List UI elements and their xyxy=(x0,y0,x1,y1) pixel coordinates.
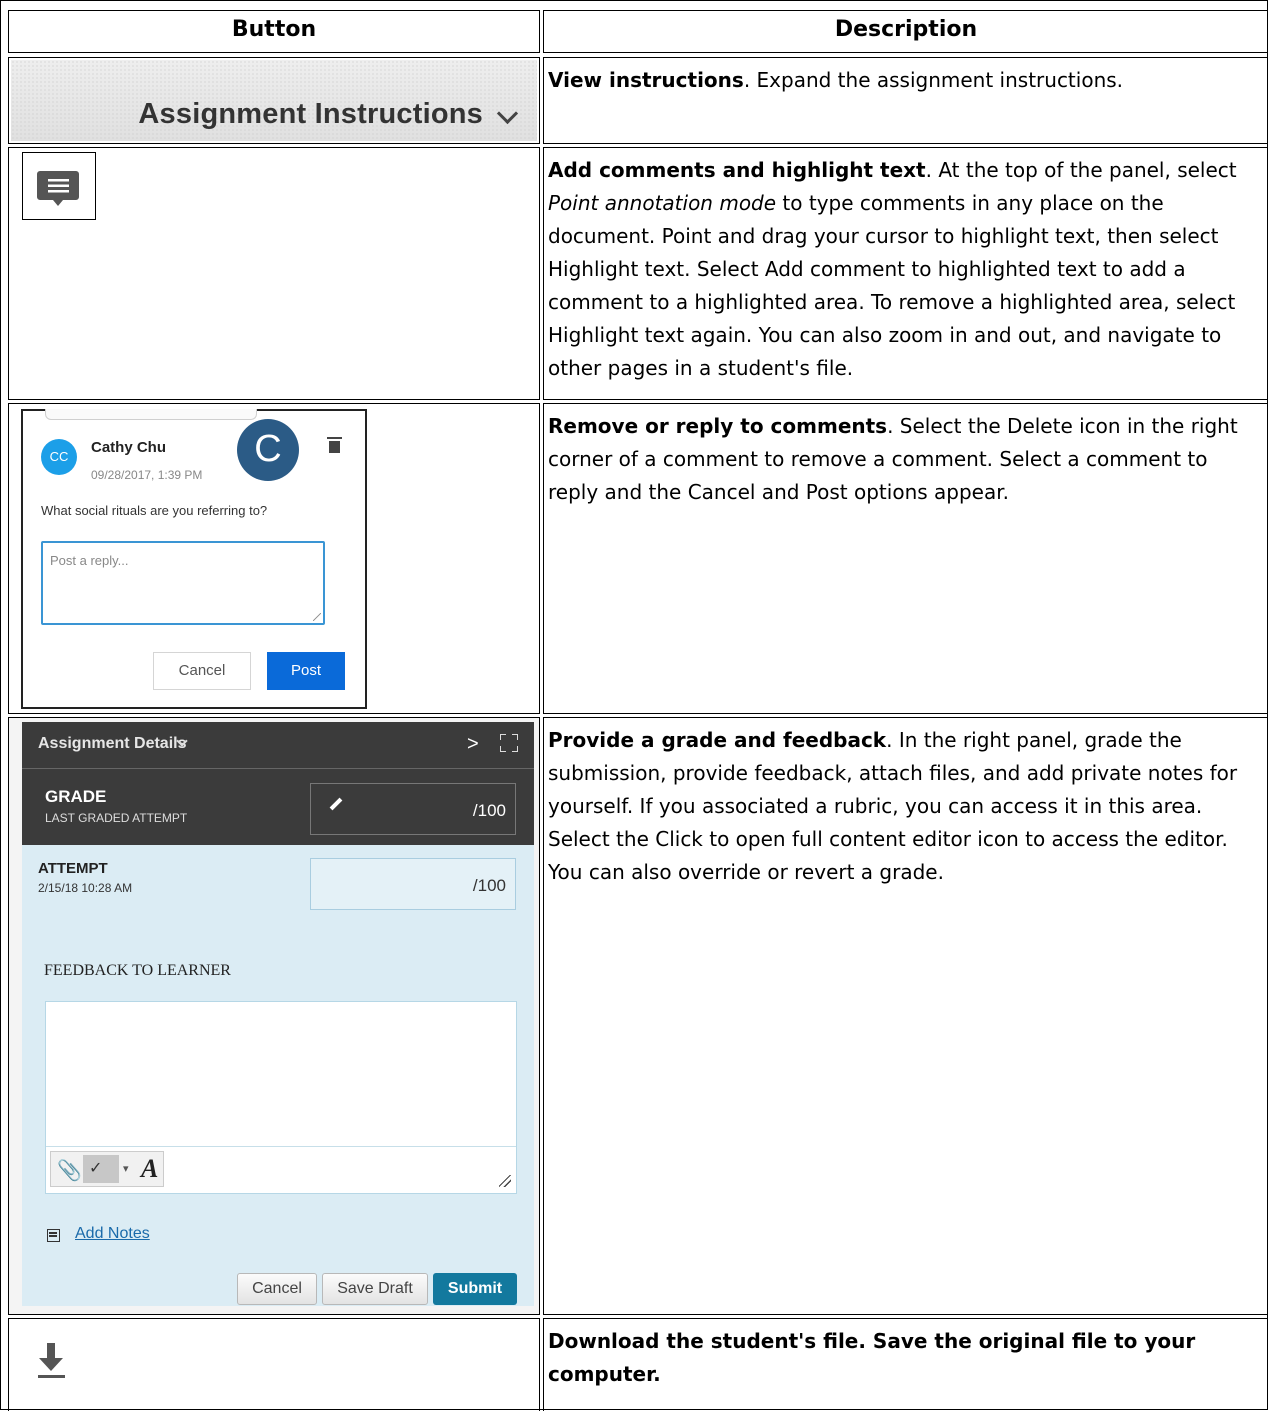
feedback-editor[interactable]: 📎 ✓ ▾ A xyxy=(45,1001,517,1194)
resize-grip-icon[interactable] xyxy=(313,613,321,621)
assignment-instructions-label: Assignment Instructions xyxy=(138,98,483,130)
cancel-button[interactable]: Cancel xyxy=(237,1273,317,1305)
help-table: Button Description Assignment Instructio… xyxy=(0,0,1268,1411)
description-bold: Download the student's file. Save the or… xyxy=(548,1329,1196,1386)
panel-title[interactable]: Assignment Details xyxy=(38,735,186,753)
panel-header: Assignment Details > xyxy=(22,722,534,769)
reply-input[interactable]: Post a reply... xyxy=(41,541,325,625)
assignment-instructions-button[interactable]: Assignment Instructions xyxy=(11,60,537,141)
grade-subtitle: LAST GRADED ATTEMPT xyxy=(45,811,188,825)
attach-icon[interactable]: 📎 xyxy=(57,1158,82,1183)
comment-icon xyxy=(37,171,79,206)
add-notes-link[interactable]: Add Notes xyxy=(75,1225,150,1243)
button-cell-instructions: Assignment Instructions xyxy=(8,57,540,144)
description-download: Download the student's file. Save the or… xyxy=(543,1318,1268,1411)
avatar: CC xyxy=(41,439,77,475)
expand-icon[interactable] xyxy=(500,734,518,752)
description-grade: Provide a grade and feedback. In the rig… xyxy=(543,717,1268,1315)
attempt-grade-input[interactable]: /100 xyxy=(310,858,516,910)
comment-text: What social rituals are you referring to… xyxy=(41,503,268,518)
user-avatar: C xyxy=(237,419,299,481)
grade-input[interactable]: /100 xyxy=(310,783,516,835)
resize-grip-icon[interactable] xyxy=(499,1175,511,1187)
button-cell-download xyxy=(8,1318,540,1411)
attempt-max: /100 xyxy=(472,876,506,895)
column-header-description: Description xyxy=(543,10,1268,53)
description-text: to type comments in any place on the doc… xyxy=(548,191,1236,380)
attempt-title: ATTEMPT xyxy=(38,860,108,877)
description-text: . Expand the assignment instructions. xyxy=(743,68,1124,92)
feedback-label: FEEDBACK TO LEARNER xyxy=(44,962,231,979)
post-button[interactable]: Post xyxy=(267,652,345,690)
editor-toolbar: 📎 ✓ ▾ A xyxy=(46,1146,516,1193)
description-bold: Remove or reply to comments xyxy=(548,414,888,438)
description-bold: View instructions xyxy=(548,68,744,92)
cancel-button[interactable]: Cancel xyxy=(153,652,251,690)
save-draft-button[interactable]: Save Draft xyxy=(322,1273,428,1305)
column-header-button: Button xyxy=(8,10,540,53)
description-instructions: View instructions. Expand the assignment… xyxy=(543,57,1268,144)
full-editor-icon[interactable]: A xyxy=(141,1154,158,1184)
grade-title: GRADE xyxy=(45,787,107,806)
grade-section: GRADE LAST GRADED ATTEMPT /100 xyxy=(22,769,534,845)
point-annotation-button[interactable] xyxy=(22,152,96,220)
chevron-down-icon xyxy=(496,102,519,125)
spellcheck-icon[interactable]: ✓ xyxy=(83,1155,119,1183)
commenter-name: Cathy Chu xyxy=(91,439,166,456)
grade-max: /100 xyxy=(472,801,506,820)
pencil-icon[interactable] xyxy=(329,797,343,811)
description-italic: Point annotation mode xyxy=(548,191,777,215)
spellcheck-dropdown-icon[interactable]: ▾ xyxy=(123,1162,129,1175)
attempt-date: 2/15/18 10:28 AM xyxy=(38,881,133,895)
description-text: . At the top of the panel, select xyxy=(925,158,1237,182)
description-comments: Add comments and highlight text. At the … xyxy=(543,147,1268,400)
trash-icon[interactable] xyxy=(327,437,342,453)
submit-button[interactable]: Submit xyxy=(433,1273,517,1305)
comment-date: 09/28/2017, 1:39 PM xyxy=(91,468,203,482)
description-remove: Remove or reply to comments. Select the … xyxy=(543,403,1268,714)
download-icon[interactable] xyxy=(36,1341,68,1385)
description-bold: Add comments and highlight text xyxy=(548,158,926,182)
reply-placeholder: Post a reply... xyxy=(50,553,129,568)
comment-card: CC Cathy Chu 09/28/2017, 1:39 PM C What … xyxy=(21,409,367,709)
grading-panel: Assignment Details > GRADE LAST GRADED A… xyxy=(22,722,534,1306)
chevron-right-icon[interactable]: > xyxy=(467,733,479,756)
card-tab xyxy=(45,409,257,420)
description-bold: Provide a grade and feedback xyxy=(548,728,887,752)
editor-tool-group: 📎 ✓ ▾ A xyxy=(50,1151,164,1187)
notes-icon[interactable] xyxy=(47,1229,60,1242)
